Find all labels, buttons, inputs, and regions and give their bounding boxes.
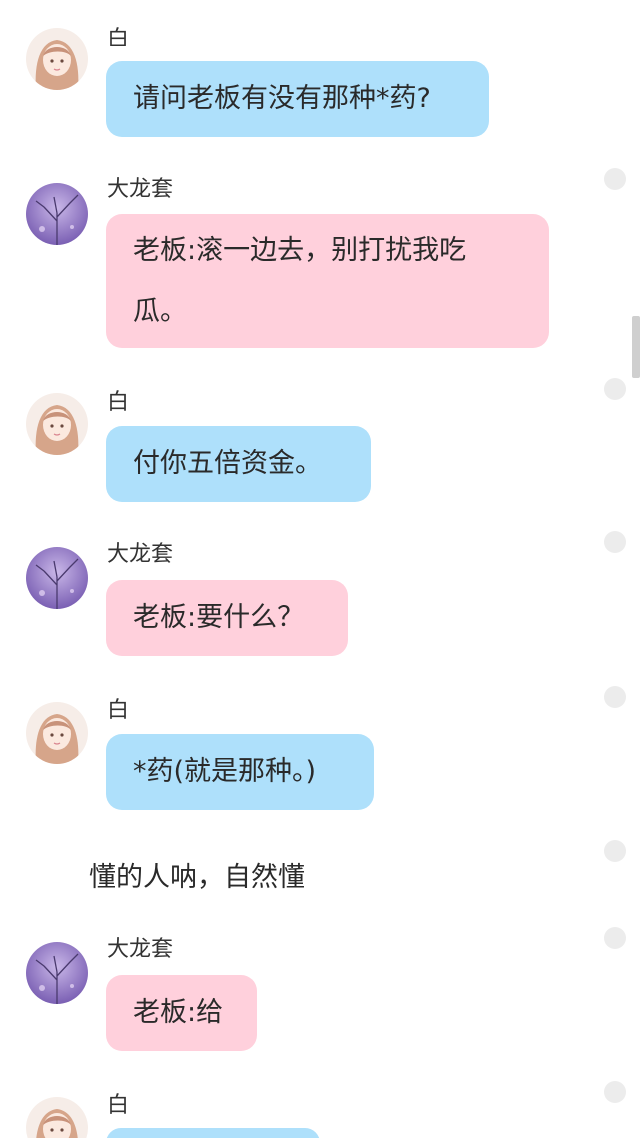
select-checkbox[interactable]	[604, 378, 626, 400]
avatar-bai[interactable]	[26, 393, 88, 455]
purple-tree-avatar-icon	[26, 547, 88, 609]
avatar-bai[interactable]	[26, 702, 88, 764]
sender-name: 白	[107, 698, 130, 723]
girl-avatar-icon	[26, 28, 88, 90]
message-text: 老板:要什么？	[133, 602, 305, 633]
select-checkbox[interactable]	[604, 531, 626, 553]
avatar-bai[interactable]	[26, 1097, 88, 1138]
sender-name: 大龙套	[107, 542, 174, 567]
message-text: 老板:给	[133, 997, 224, 1028]
avatar-dalongtao[interactable]	[26, 183, 88, 245]
avatar-dalongtao[interactable]	[26, 942, 88, 1004]
message-text: *药(就是那种。)	[133, 756, 317, 787]
girl-avatar-icon	[26, 702, 88, 764]
message-text-line: 瓜。	[133, 296, 187, 327]
message-bubble[interactable]: 请问老板有没有那种*药?	[106, 61, 489, 137]
chat-page: 白 请问老板有没有那种*药? 大龙套 老板:滚一边去，别打扰我吃 瓜。 白 付你…	[0, 0, 640, 1138]
message-text: 付你五倍资金。	[133, 448, 322, 479]
scrollbar-thumb[interactable]	[632, 316, 640, 378]
message-bubble[interactable]: 老板:滚一边去，别打扰我吃 瓜。	[106, 214, 549, 348]
sender-name: 大龙套	[107, 937, 174, 962]
narration-text[interactable]: 懂的人呐，自然懂	[89, 858, 305, 898]
purple-tree-avatar-icon	[26, 183, 88, 245]
sender-name: 大龙套	[107, 177, 174, 202]
sender-name: 白	[107, 1093, 130, 1118]
message-bubble[interactable]: 付你五倍资金。	[106, 426, 371, 502]
select-checkbox[interactable]	[604, 840, 626, 862]
message-text-line: 老板:滚一边去，别打扰我吃	[133, 235, 467, 266]
message-bubble[interactable]: *药(就是那种。)	[106, 734, 374, 810]
message-bubble[interactable]	[106, 1128, 320, 1138]
select-checkbox[interactable]	[604, 927, 626, 949]
girl-avatar-icon	[26, 1097, 88, 1138]
select-checkbox[interactable]	[604, 1081, 626, 1103]
purple-tree-avatar-icon	[26, 942, 88, 1004]
select-checkbox[interactable]	[604, 168, 626, 190]
avatar-bai[interactable]	[26, 28, 88, 90]
select-checkbox[interactable]	[604, 686, 626, 708]
sender-name: 白	[107, 390, 130, 415]
girl-avatar-icon	[26, 393, 88, 455]
message-text: 请问老板有没有那种*药?	[133, 83, 431, 114]
sender-name: 白	[107, 27, 130, 46]
message-bubble[interactable]: 老板:要什么？	[106, 580, 348, 656]
message-bubble[interactable]: 老板:给	[106, 975, 257, 1051]
avatar-dalongtao[interactable]	[26, 547, 88, 609]
